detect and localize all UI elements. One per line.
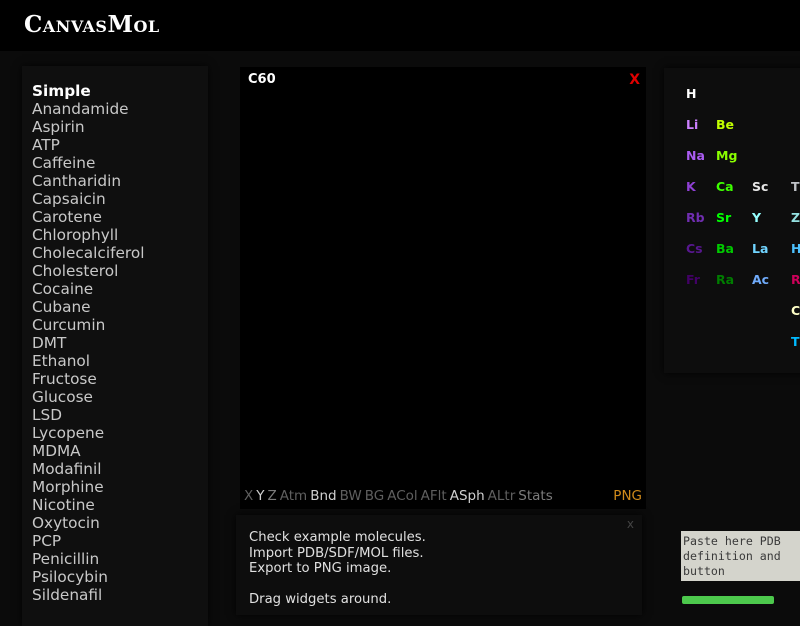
molecule-item[interactable]: Cubane [32, 298, 144, 316]
molecule-item[interactable]: Capsaicin [32, 190, 144, 208]
molecule-viewer[interactable]: C60 X X Y Z Atm Bnd BW BG ACol AFlt ASph ALtr Stats… [240, 67, 646, 509]
element-na[interactable]: Na [686, 148, 705, 163]
info-line [249, 577, 426, 593]
element-th[interactable]: Th [791, 334, 800, 349]
info-line: Check example molecules. [249, 530, 426, 545]
molecule-item[interactable]: Carotene [32, 208, 144, 226]
molecule-item[interactable]: Aspirin [32, 118, 144, 136]
molecule-list: Simple Anandamide Aspirin ATP Caffeine Cantha… [32, 82, 144, 604]
viewer-close-button[interactable]: X [629, 72, 640, 88]
info-close-button[interactable]: x [627, 517, 634, 531]
molecule-item[interactable]: Cocaine [32, 280, 144, 298]
toolbar-stats-button[interactable]: Stats [518, 488, 552, 504]
element-ce[interactable]: Ce [791, 303, 800, 318]
molecule-item[interactable]: Anandamide [32, 100, 144, 118]
molecule-item[interactable]: PCP [32, 532, 144, 550]
molecule-item[interactable]: Chlorophyll [32, 226, 144, 244]
element-k[interactable]: K [686, 179, 696, 194]
element-la[interactable]: La [752, 241, 768, 256]
molecule-item[interactable]: Morphine [32, 478, 144, 496]
viewer-toolbar: X Y Z Atm Bnd BW BG ACol AFlt ASph ALtr Stats PNG [244, 488, 642, 508]
element-sr[interactable]: Sr [716, 210, 731, 225]
molecule-item[interactable]: DMT [32, 334, 144, 352]
molecule-item[interactable]: Sildenafil [32, 586, 144, 604]
load-button[interactable] [682, 596, 774, 604]
molecule-item[interactable]: Oxytocin [32, 514, 144, 532]
element-y[interactable]: Y [752, 210, 761, 225]
molecule-item[interactable]: Psilocybin [32, 568, 144, 586]
paste-pdb-input[interactable] [681, 531, 800, 581]
toolbar-bg-button[interactable]: BG [365, 488, 385, 504]
molecule-item[interactable]: Glucose [32, 388, 144, 406]
element-rb[interactable]: Rb [686, 210, 705, 225]
element-fr[interactable]: Fr [686, 272, 700, 287]
element-ra[interactable]: Ra [716, 272, 734, 287]
export-png-button[interactable]: PNG [613, 488, 642, 504]
toolbar-asph-button[interactable]: ASph [450, 488, 485, 504]
toolbar-x-button[interactable]: X [244, 488, 253, 504]
toolbar-bw-button[interactable]: BW [340, 488, 362, 504]
molecule-item[interactable]: Ethanol [32, 352, 144, 370]
top-bar: CanvasMol [0, 0, 800, 51]
molecule-item[interactable]: Nicotine [32, 496, 144, 514]
molecule-item[interactable]: ATP [32, 136, 144, 154]
element-hf[interactable]: Hf [791, 241, 800, 256]
toolbar-altr-button[interactable]: ALtr [488, 488, 516, 504]
toolbar-y-button[interactable]: Y [256, 488, 264, 504]
element-li[interactable]: Li [686, 117, 698, 132]
element-rf[interactable]: Rf [791, 272, 800, 287]
toolbar-bnd-button[interactable]: Bnd [310, 488, 336, 504]
element-mg[interactable]: Mg [716, 148, 737, 163]
molecule-item[interactable]: Lycopene [32, 424, 144, 442]
element-h[interactable]: H [686, 86, 696, 101]
molecule-item[interactable]: LSD [32, 406, 144, 424]
element-sc[interactable]: Sc [752, 179, 768, 194]
toolbar-aflt-button[interactable]: AFlt [421, 488, 447, 504]
element-ti[interactable]: Ti [791, 179, 800, 194]
molecule-item[interactable]: MDMA [32, 442, 144, 460]
info-text: Check example molecules. Import PDB/SDF/M… [249, 530, 426, 608]
element-be[interactable]: Be [716, 117, 734, 132]
molecule-item[interactable]: Cantharidin [32, 172, 144, 190]
molecule-item[interactable]: Cholesterol [32, 262, 144, 280]
info-line: Import PDB/SDF/MOL files. [249, 545, 424, 561]
toolbar-atm-button[interactable]: Atm [280, 488, 307, 504]
molecule-item[interactable]: Penicillin [32, 550, 144, 568]
element-ca[interactable]: Ca [716, 179, 734, 194]
element-zr[interactable]: Zr [791, 210, 800, 225]
element-ba[interactable]: Ba [716, 241, 734, 256]
molecule-item[interactable]: Modafinil [32, 460, 144, 478]
molecule-item[interactable]: Simple [32, 82, 144, 100]
periodic-table: H Li Be Na Mg K Ca Sc Ti Rb Sr Y Zr Cs Ba La Hf Fr Ra Ac Rf C… [664, 68, 800, 373]
info-line: Export to PNG image. [249, 561, 392, 576]
molecule-item[interactable]: Curcumin [32, 316, 144, 334]
molecule-item[interactable]: Fructose [32, 370, 144, 388]
toolbar-acol-button[interactable]: ACol [387, 488, 417, 504]
molecule-item[interactable]: Caffeine [32, 154, 144, 172]
element-ac[interactable]: Ac [752, 272, 769, 287]
element-cs[interactable]: Cs [686, 241, 703, 256]
viewer-title: C60 [248, 72, 276, 87]
info-panel[interactable]: x Check example molecules. Import PDB/SDF… [236, 515, 642, 615]
molecule-item[interactable]: Cholecalciferol [32, 244, 144, 262]
toolbar-z-button[interactable]: Z [268, 488, 277, 504]
app-logo: CanvasMol [24, 11, 160, 38]
